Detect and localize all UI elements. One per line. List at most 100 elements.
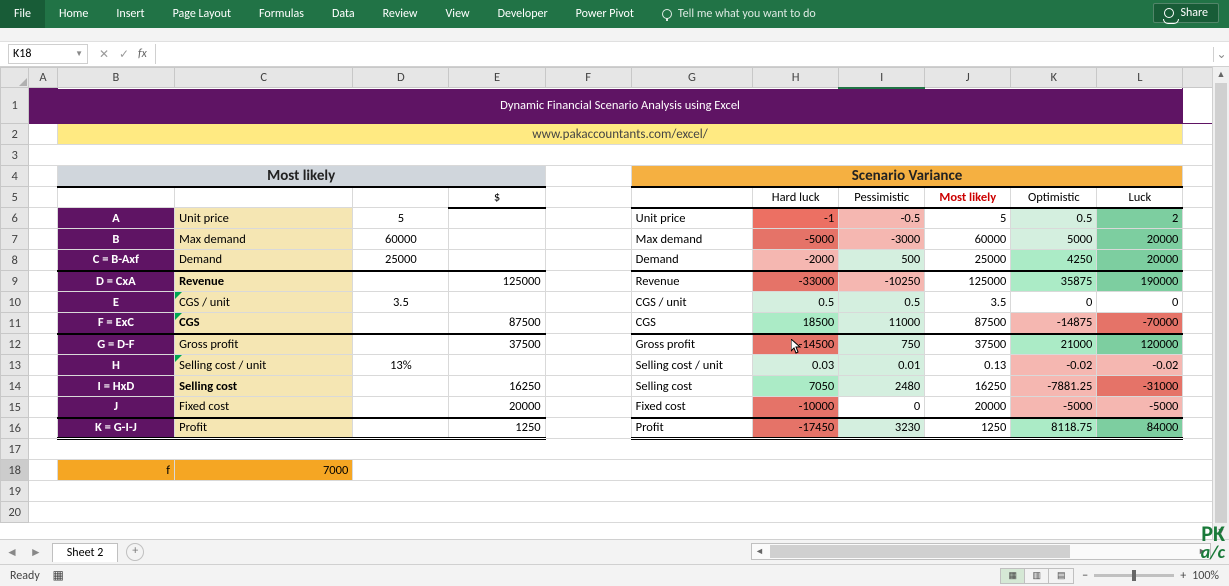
name-box[interactable]: K18 ▼ xyxy=(8,44,88,64)
tab-home[interactable]: Home xyxy=(45,0,102,28)
input-value[interactable]: 16250 xyxy=(449,376,545,397)
metric-label[interactable]: Selling cost xyxy=(175,376,353,397)
metric-label[interactable]: Unit price xyxy=(175,208,353,229)
cell[interactable] xyxy=(545,271,631,292)
col-header-b[interactable]: B xyxy=(57,68,174,88)
input-value[interactable]: 5 xyxy=(353,208,449,229)
vertical-scrollbar[interactable]: ▲ ▼ xyxy=(1212,67,1229,539)
scrollbar-thumb[interactable] xyxy=(1215,83,1227,523)
tab-insert[interactable]: Insert xyxy=(102,0,158,28)
metric-label[interactable]: CGS xyxy=(175,313,353,334)
scenario-value[interactable]: -0.02 xyxy=(1011,355,1097,376)
scenario-row-label[interactable]: Revenue xyxy=(631,271,752,292)
cell[interactable] xyxy=(449,250,545,271)
scroll-up-icon[interactable]: ▲ xyxy=(1213,67,1229,82)
col-header-h[interactable]: H xyxy=(753,68,839,88)
f-label[interactable]: f xyxy=(57,460,174,481)
cell[interactable] xyxy=(29,460,57,481)
input-value[interactable]: 87500 xyxy=(449,313,545,334)
scenario-value[interactable]: 0.01 xyxy=(839,355,925,376)
metric-label[interactable]: Max demand xyxy=(175,229,353,250)
cell[interactable] xyxy=(353,271,449,292)
cell[interactable] xyxy=(631,187,752,208)
scenario-value[interactable]: 120000 xyxy=(1097,334,1183,355)
row-header[interactable]: 15 xyxy=(1,397,29,418)
scenario-value[interactable]: 125000 xyxy=(925,271,1011,292)
scenario-row-label[interactable]: Profit xyxy=(631,418,752,439)
scenario-value[interactable]: 0.13 xyxy=(925,355,1011,376)
formula-label[interactable]: I = HxD xyxy=(57,376,174,397)
scenario-col-optimistic[interactable]: Optimistic xyxy=(1011,187,1097,208)
scenario-value[interactable]: 5 xyxy=(925,208,1011,229)
scenario-value[interactable]: -1 xyxy=(753,208,839,229)
metric-label[interactable]: Profit xyxy=(175,418,353,439)
scenario-col-pessimistic[interactable]: Pessimistic xyxy=(839,187,925,208)
scenario-value[interactable]: -33000 xyxy=(753,271,839,292)
col-header-f[interactable]: F xyxy=(545,68,631,88)
cell[interactable] xyxy=(29,355,57,376)
scenario-value[interactable]: -31000 xyxy=(1097,376,1183,397)
expand-formula-bar-button[interactable]: ⌄ xyxy=(1213,47,1229,62)
scenario-row-label[interactable]: Gross profit xyxy=(631,334,752,355)
col-header-g[interactable]: G xyxy=(631,68,752,88)
col-header-d[interactable]: D xyxy=(353,68,449,88)
currency-header[interactable]: $ xyxy=(449,187,545,208)
sheet-nav-prev[interactable]: ◄ xyxy=(0,545,24,560)
row-header[interactable]: 18 xyxy=(1,460,29,481)
tab-power-pivot[interactable]: Power Pivot xyxy=(562,0,648,28)
scenario-value[interactable]: 21000 xyxy=(1011,334,1097,355)
input-value[interactable]: 20000 xyxy=(449,397,545,418)
cell[interactable] xyxy=(29,481,1229,502)
cell[interactable] xyxy=(29,439,1229,460)
scenario-value[interactable]: 18500 xyxy=(753,313,839,334)
scroll-left-icon[interactable]: ◄ xyxy=(752,546,767,557)
scenario-value[interactable]: 0.03 xyxy=(753,355,839,376)
cell[interactable] xyxy=(545,166,631,187)
scenario-value[interactable]: 0.5 xyxy=(1011,208,1097,229)
scenario-row-label[interactable]: CGS / unit xyxy=(631,292,752,313)
scenario-value[interactable]: -10000 xyxy=(753,397,839,418)
col-header-e[interactable]: E xyxy=(449,68,545,88)
col-header-l[interactable]: L xyxy=(1097,68,1183,88)
col-header-a[interactable]: A xyxy=(29,68,57,88)
scenario-value[interactable]: 20000 xyxy=(925,397,1011,418)
cell[interactable] xyxy=(353,397,449,418)
page-break-view-button[interactable]: ▤ xyxy=(1049,569,1073,583)
cell[interactable] xyxy=(29,397,57,418)
share-button[interactable]: Share xyxy=(1153,3,1219,23)
add-sheet-button[interactable]: + xyxy=(126,543,144,561)
cell[interactable] xyxy=(29,208,57,229)
formula-label[interactable]: E xyxy=(57,292,174,313)
scenario-value[interactable]: 20000 xyxy=(1097,229,1183,250)
zoom-value[interactable]: 100% xyxy=(1192,569,1219,583)
scrollbar-thumb[interactable] xyxy=(770,545,1070,558)
select-all-corner[interactable] xyxy=(1,68,29,88)
formula-label[interactable]: K = G-I-J xyxy=(57,418,174,439)
cell[interactable] xyxy=(449,292,545,313)
input-value[interactable]: 60000 xyxy=(353,229,449,250)
tab-developer[interactable]: Developer xyxy=(484,0,562,28)
row-header[interactable]: 10 xyxy=(1,292,29,313)
zoom-out-button[interactable]: − xyxy=(1082,569,1088,583)
row-header[interactable]: 20 xyxy=(1,502,29,523)
scenario-value[interactable]: 0.5 xyxy=(753,292,839,313)
row-header[interactable]: 3 xyxy=(1,145,29,166)
metric-label[interactable]: Fixed cost xyxy=(175,397,353,418)
cell[interactable] xyxy=(545,418,631,439)
formula-label[interactable]: B xyxy=(57,229,174,250)
cell[interactable] xyxy=(545,292,631,313)
scenario-value[interactable]: 500 xyxy=(839,250,925,271)
cell[interactable] xyxy=(29,250,57,271)
cell[interactable] xyxy=(545,355,631,376)
row-header[interactable]: 4 xyxy=(1,166,29,187)
scenario-value[interactable]: 16250 xyxy=(925,376,1011,397)
cell[interactable] xyxy=(353,376,449,397)
row-header[interactable]: 12 xyxy=(1,334,29,355)
scenario-value[interactable]: 3230 xyxy=(839,418,925,439)
input-value[interactable]: 1250 xyxy=(449,418,545,439)
normal-view-button[interactable]: ▦ xyxy=(1001,569,1025,583)
cell[interactable] xyxy=(545,313,631,334)
scenario-row-label[interactable]: CGS xyxy=(631,313,752,334)
scenario-value[interactable]: 11000 xyxy=(839,313,925,334)
scenario-value[interactable]: 4250 xyxy=(1011,250,1097,271)
